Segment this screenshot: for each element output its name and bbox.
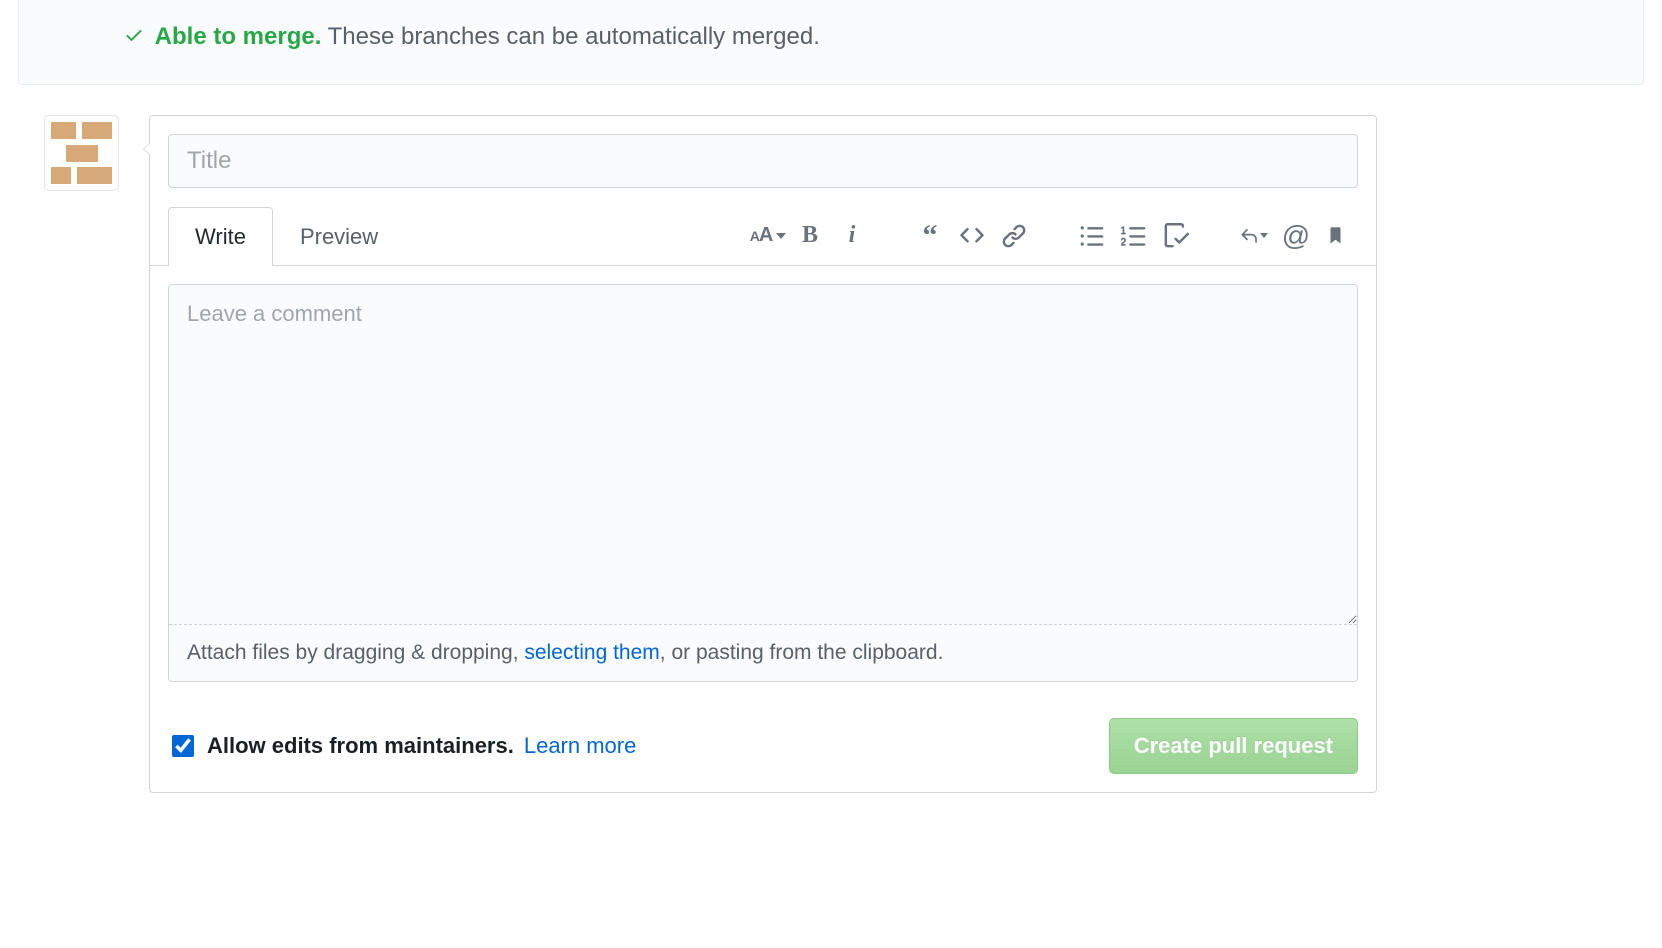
avatar: [44, 115, 119, 191]
comment-area: Attach files by dragging & dropping, sel…: [168, 284, 1358, 682]
bold-icon[interactable]: B: [796, 222, 824, 250]
pr-form-card: Write Preview AA B i “: [149, 115, 1377, 793]
check-icon: [124, 21, 144, 55]
allow-edits-row: Allow edits from maintainers. Learn more: [168, 732, 636, 760]
reply-icon[interactable]: [1240, 222, 1268, 250]
tab-write[interactable]: Write: [168, 207, 273, 266]
ordered-list-icon[interactable]: [1120, 222, 1148, 250]
title-input[interactable]: [168, 134, 1358, 188]
markdown-toolbar: AA B i “: [754, 222, 1358, 250]
comment-textarea[interactable]: [169, 285, 1357, 625]
code-icon[interactable]: [958, 222, 986, 250]
attach-hint-post: , or pasting from the clipboard.: [660, 641, 944, 664]
reference-icon[interactable]: [1324, 222, 1352, 250]
merge-desc: These branches can be automatically merg…: [328, 23, 820, 50]
editor-tabs: Write Preview AA B i “: [150, 206, 1376, 266]
create-pull-request-button[interactable]: Create pull request: [1109, 718, 1358, 774]
learn-more-link[interactable]: Learn more: [524, 733, 637, 759]
allow-edits-checkbox[interactable]: [172, 735, 194, 757]
tab-preview[interactable]: Preview: [273, 207, 405, 266]
attach-select-link[interactable]: selecting them: [524, 641, 659, 664]
italic-icon[interactable]: i: [838, 222, 866, 250]
mention-icon[interactable]: @: [1282, 222, 1310, 250]
allow-edits-label: Allow edits from maintainers.: [207, 733, 514, 759]
quote-icon[interactable]: “: [916, 222, 944, 250]
merge-able-label: Able to merge.: [155, 23, 322, 50]
task-list-icon[interactable]: [1162, 222, 1190, 250]
unordered-list-icon[interactable]: [1078, 222, 1106, 250]
text-size-icon[interactable]: AA: [754, 222, 782, 250]
merge-status-banner: Able to merge. These branches can be aut…: [18, 0, 1644, 85]
attach-hint: Attach files by dragging & dropping, sel…: [169, 625, 1357, 681]
attach-hint-pre: Attach files by dragging & dropping,: [187, 641, 524, 664]
link-icon[interactable]: [1000, 222, 1028, 250]
